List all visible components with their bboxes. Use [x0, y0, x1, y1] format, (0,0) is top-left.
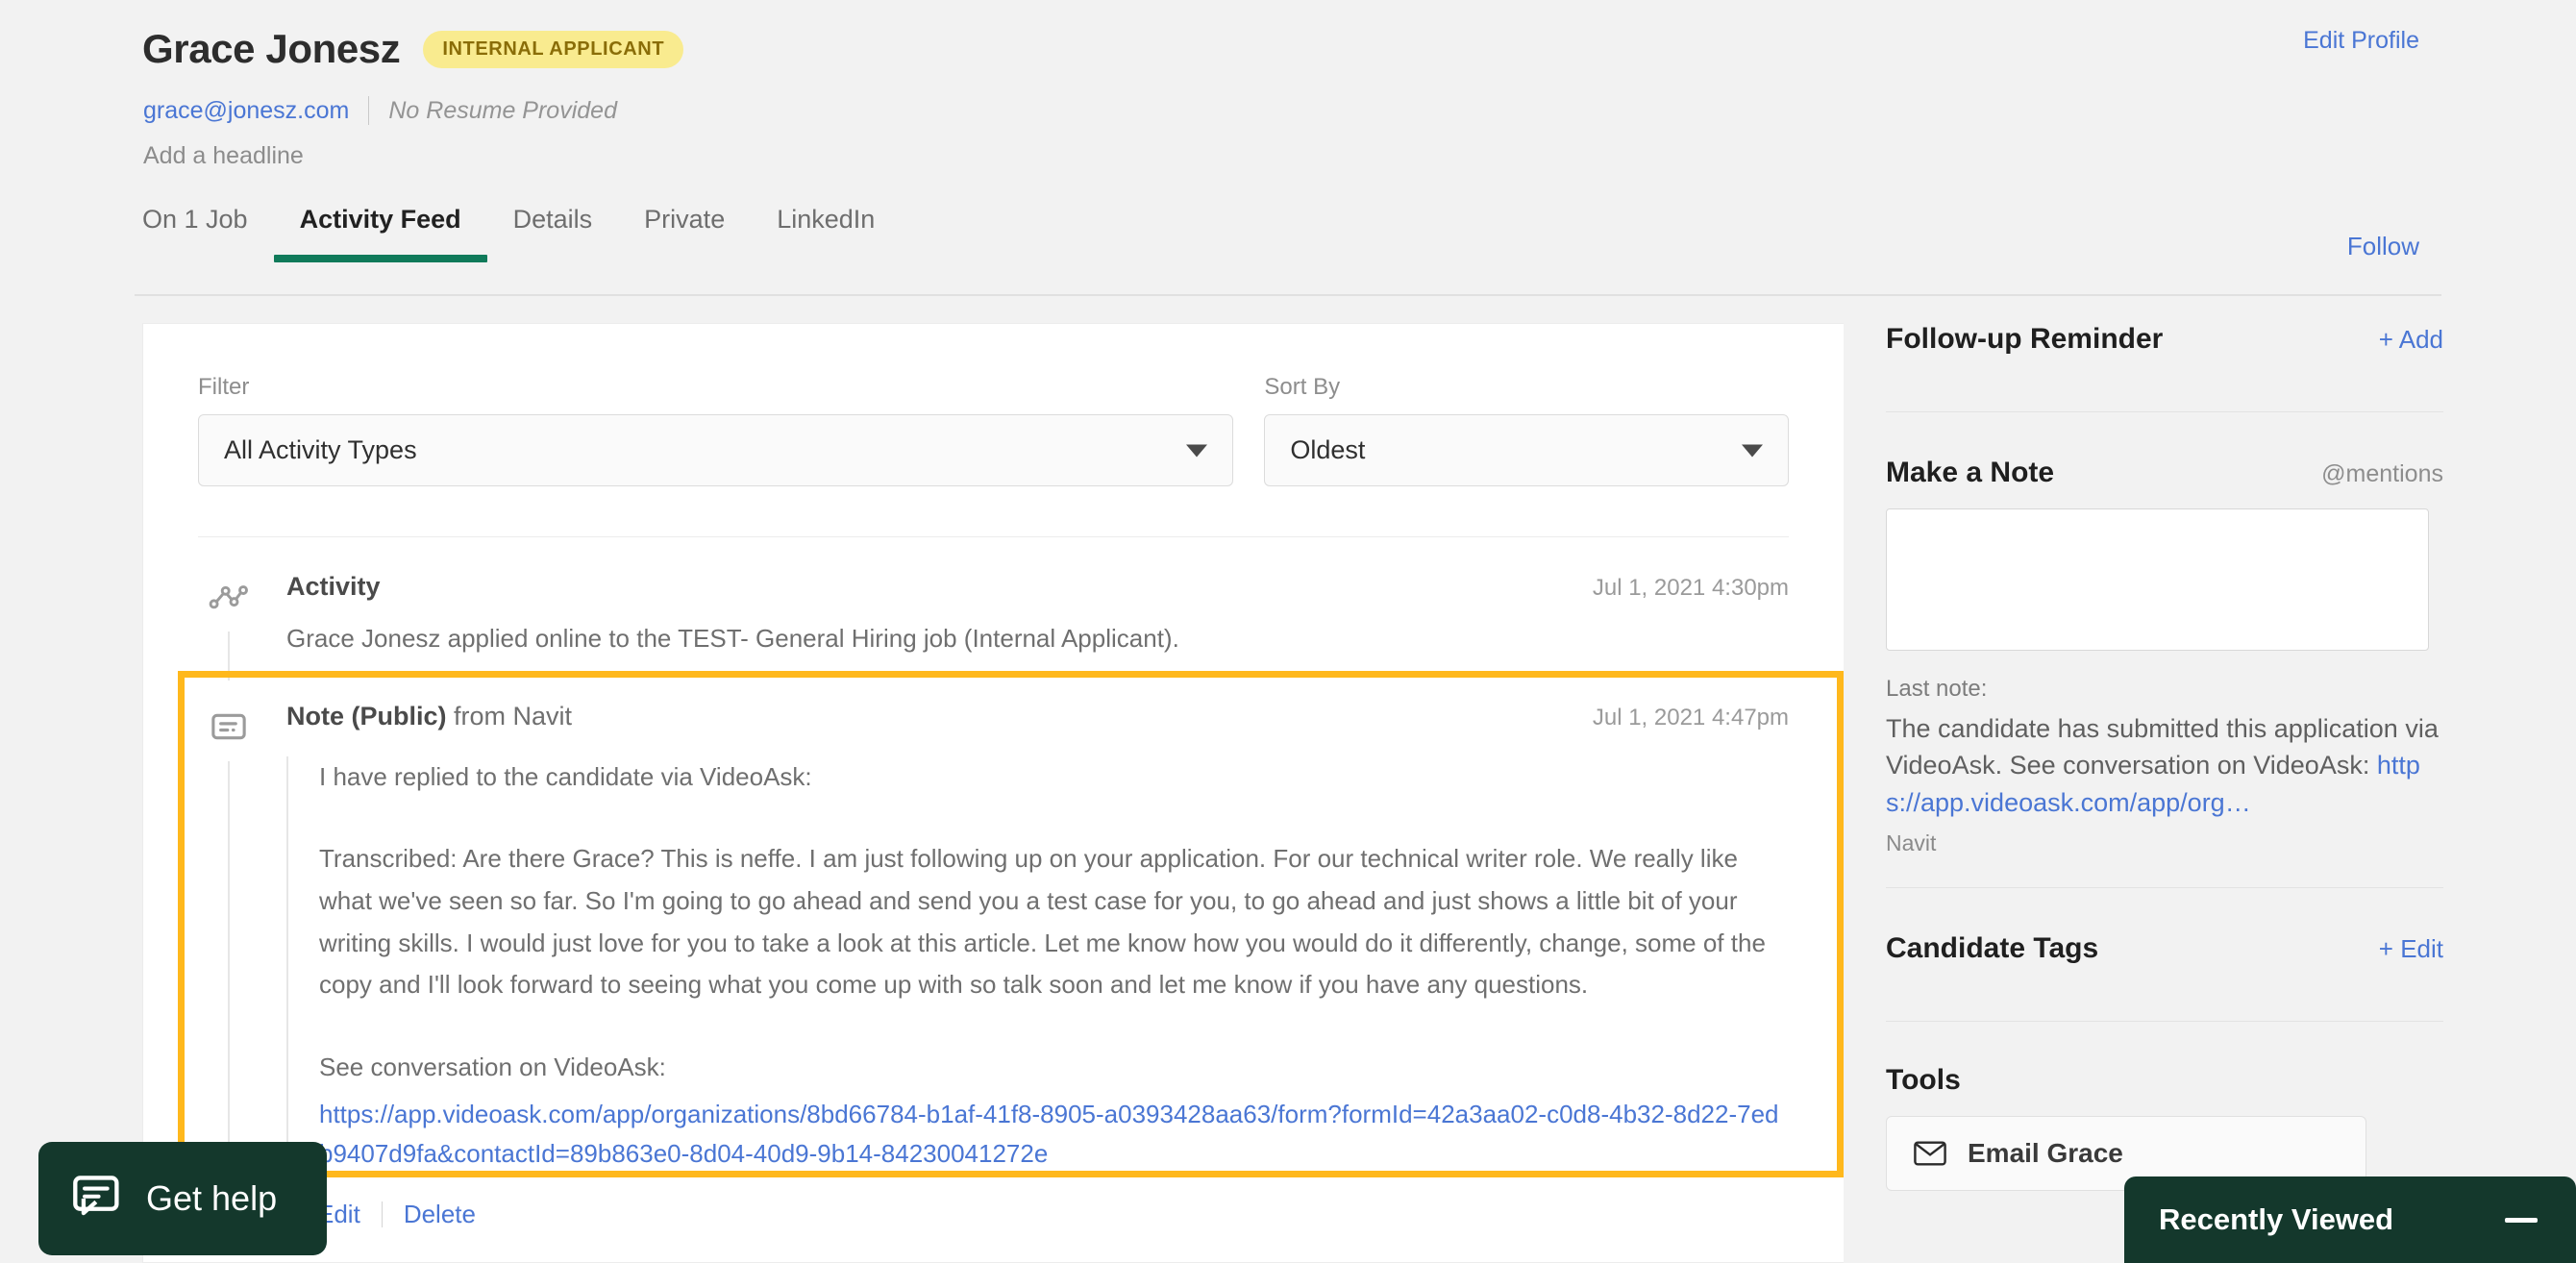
sidebar-divider — [1886, 1020, 2443, 1022]
recently-viewed-label: Recently Viewed — [2159, 1202, 2394, 1236]
followup-add-link[interactable]: + Add — [2379, 325, 2443, 355]
candidate-tags-title: Candidate Tags — [1886, 931, 2099, 964]
sort-label: Sort By — [1264, 374, 1341, 400]
note-action-divider — [381, 1201, 383, 1227]
tools-title: Tools — [1886, 1063, 1961, 1096]
note-paragraph-3: See conversation on VideoAsk: — [319, 1052, 666, 1082]
feed-icon-column — [198, 572, 286, 681]
follow-link[interactable]: Follow — [2347, 232, 2419, 261]
note-actions: Edit Delete — [286, 1200, 1789, 1229]
get-help-button[interactable]: Get help — [38, 1142, 327, 1255]
activity-graph-icon — [209, 585, 248, 609]
candidate-tags-section: Candidate Tags + Edit — [1886, 932, 2443, 1022]
followup-reminder-section: Follow-up Reminder + Add — [1886, 323, 2443, 412]
profile-sidebar: Follow-up Reminder + Add Make a Note @me… — [1886, 323, 2443, 1191]
minimize-icon[interactable] — [2505, 1217, 2538, 1223]
note-card-icon — [211, 713, 246, 739]
candidate-tags-edit-link[interactable]: + Edit — [2379, 934, 2443, 964]
candidate-meta-row: grace@jonesz.com No Resume Provided — [143, 96, 617, 125]
candidate-name-row: Grace Jonesz INTERNAL APPLICANT — [142, 26, 684, 71]
last-note-author: Navit — [1886, 830, 1937, 855]
candidate-profile-page: Grace Jonesz INTERNAL APPLICANT grace@jo… — [0, 0, 2576, 1263]
feed-item-body: Activity Jul 1, 2021 4:30pm Grace Jonesz… — [286, 572, 1789, 657]
tab-private[interactable]: Private — [618, 205, 751, 260]
note-paragraph-2: Transcribed: Are there Grace? This is ne… — [319, 844, 1766, 1000]
feed-item-body: Note (Public) from Navit Jul 1, 2021 4:4… — [286, 702, 1789, 1229]
last-note-label: Last note: — [1886, 676, 1988, 702]
filter-group: Filter All Activity Types — [198, 374, 1234, 486]
activity-item-text: Grace Jonesz applied online to the TEST-… — [286, 624, 1179, 653]
followup-title: Follow-up Reminder — [1886, 323, 2164, 355]
feed-item-note: Note (Public) from Navit Jul 1, 2021 4:4… — [198, 657, 1789, 1239]
tools-section: Tools Email Grace — [1886, 1064, 2443, 1191]
feed-item-activity: Activity Jul 1, 2021 4:30pm Grace Jonesz… — [198, 537, 1789, 681]
activity-feed-list: Activity Jul 1, 2021 4:30pm Grace Jonesz… — [198, 537, 1789, 1239]
activity-item-title: Activity — [286, 572, 381, 601]
recently-viewed-panel[interactable]: Recently Viewed — [2124, 1176, 2576, 1263]
candidate-email-link[interactable]: grace@jonesz.com — [143, 97, 349, 125]
chevron-down-icon — [1742, 444, 1763, 457]
chevron-down-icon — [1186, 444, 1208, 457]
tab-activity-feed[interactable]: Activity Feed — [273, 205, 487, 262]
note-item-timestamp: Jul 1, 2021 4:47pm — [1592, 704, 1789, 731]
filter-select-value: All Activity Types — [224, 435, 417, 464]
meta-divider — [368, 96, 370, 125]
page-title: Grace Jonesz — [142, 26, 401, 71]
note-delete-link[interactable]: Delete — [404, 1200, 476, 1229]
sort-select[interactable]: Oldest — [1264, 414, 1789, 486]
tabs-underline — [135, 294, 2441, 296]
get-help-label: Get help — [146, 1178, 278, 1218]
status-badge: INTERNAL APPLICANT — [423, 30, 684, 68]
tab-details[interactable]: Details — [487, 205, 619, 260]
headline-placeholder[interactable]: Add a headline — [143, 142, 304, 170]
note-videoask-link[interactable]: https://app.videoask.com/app/organizatio… — [319, 1095, 1789, 1175]
activity-feed-card: Filter All Activity Types Sort By Oldest — [142, 323, 1844, 1263]
note-author-text: from Navit — [454, 701, 573, 731]
note-paragraph-1: I have replied to the candidate via Vide… — [319, 761, 812, 791]
sidebar-divider — [1886, 411, 2443, 412]
filter-select[interactable]: All Activity Types — [198, 414, 1234, 486]
note-body: I have replied to the candidate via Vide… — [286, 755, 1789, 1175]
feed-controls: Filter All Activity Types Sort By Oldest — [198, 374, 1789, 486]
note-textarea[interactable] — [1886, 508, 2429, 651]
filter-label: Filter — [198, 374, 250, 400]
note-item-title: Note (Public) from Navit — [286, 702, 572, 731]
last-note-text: The candidate has submitted this applica… — [1886, 710, 2443, 821]
make-note-section: Make a Note @mentions Last note: The can… — [1886, 457, 2443, 888]
note-title-text: Note (Public) — [286, 701, 447, 731]
chat-bubble-icon — [73, 1176, 119, 1216]
tab-on-1-job[interactable]: On 1 Job — [142, 205, 274, 260]
edit-profile-link[interactable]: Edit Profile — [2303, 27, 2419, 55]
sort-select-value: Oldest — [1290, 435, 1366, 464]
make-note-title: Make a Note — [1886, 457, 2055, 488]
sidebar-divider — [1886, 886, 2443, 888]
resume-status-text: No Resume Provided — [388, 96, 617, 124]
mentions-hint: @mentions — [2321, 460, 2443, 487]
email-candidate-label: Email Grace — [1968, 1137, 2123, 1168]
last-note-body: The candidate has submitted this applica… — [1886, 714, 2439, 780]
envelope-icon — [1914, 1141, 1946, 1166]
activity-item-timestamp: Jul 1, 2021 4:30pm — [1592, 575, 1789, 601]
tab-linkedin[interactable]: LinkedIn — [751, 205, 901, 260]
sort-group: Sort By Oldest — [1264, 374, 1789, 486]
